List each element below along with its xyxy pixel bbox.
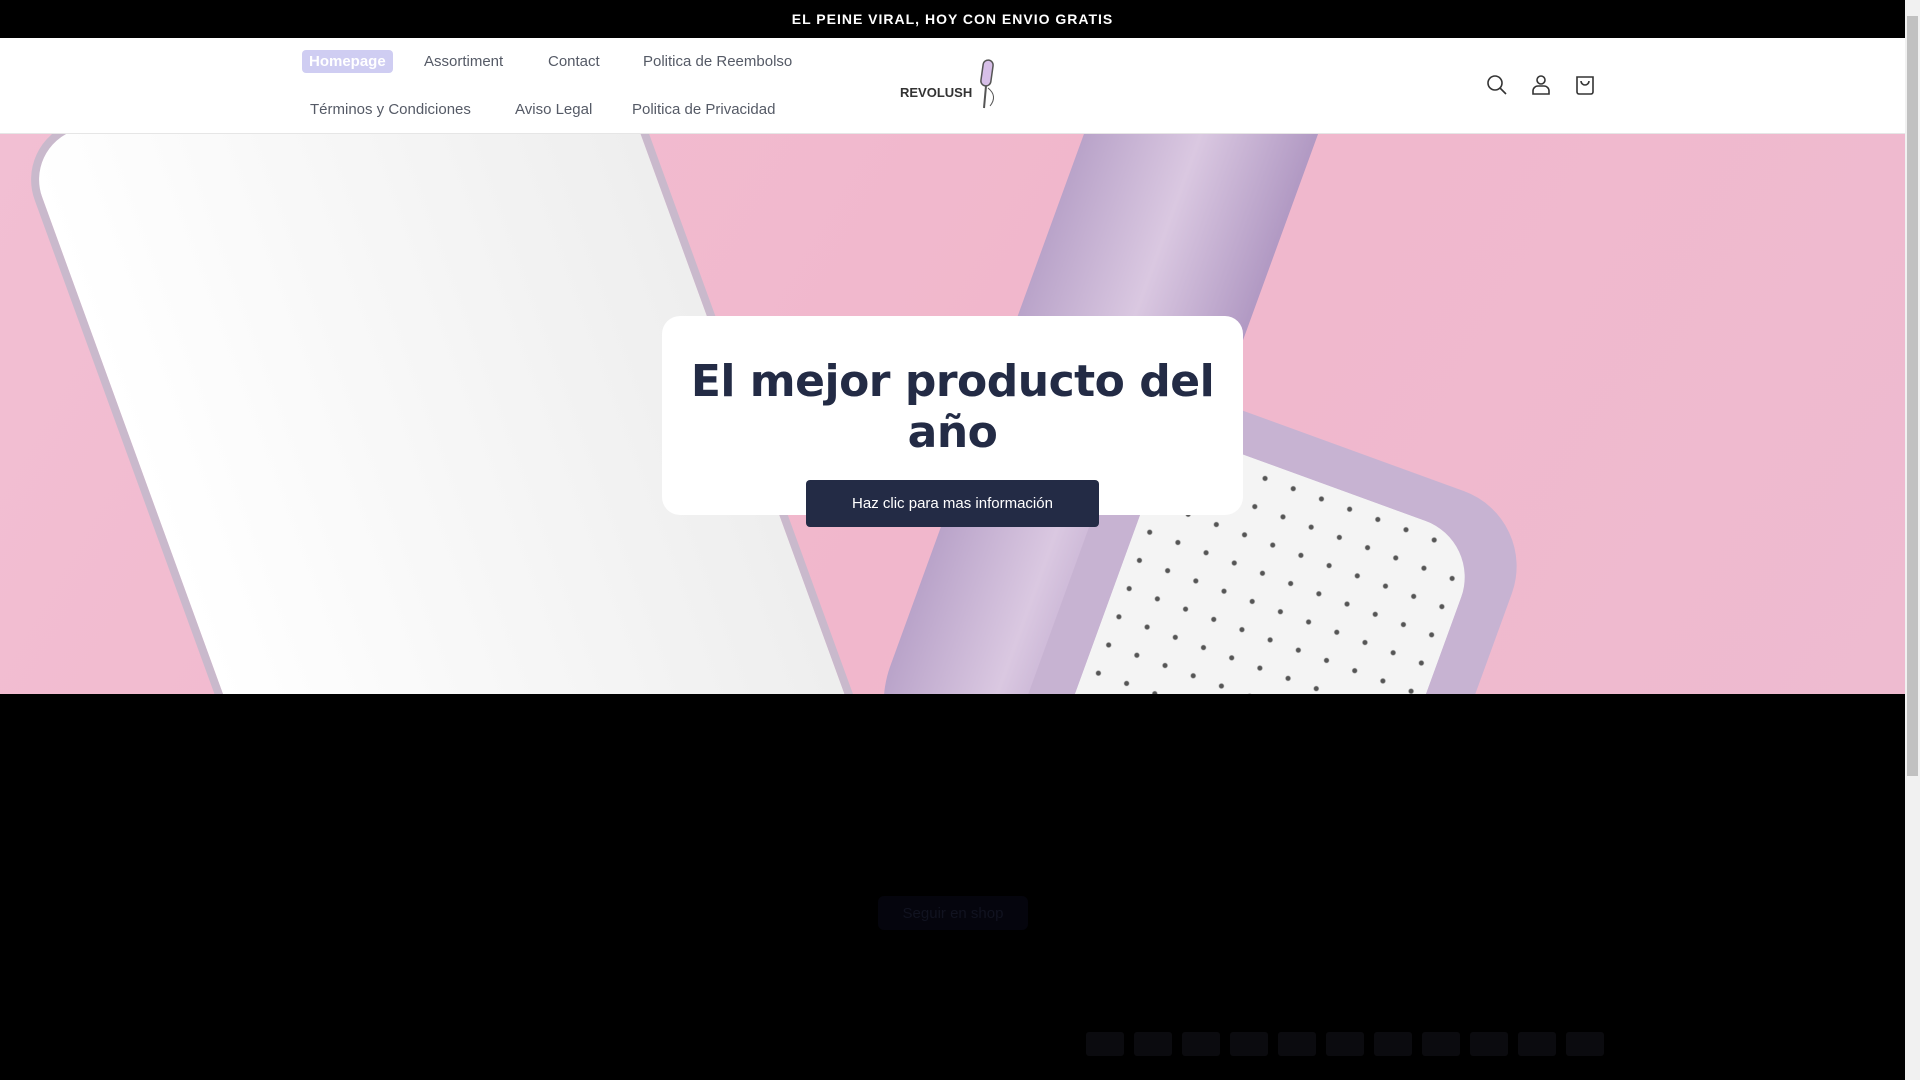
announcement-text: EL PEINE VIRAL, HOY CON ENVIO GRATIS [791, 11, 1114, 27]
scrollbar[interactable] [1905, 0, 1920, 1080]
shop-pay-icon [1518, 1032, 1556, 1056]
ideal-icon [1326, 1032, 1364, 1056]
nav-privacidad[interactable]: Politica de Privacidad [632, 101, 775, 118]
logo[interactable]: REVOLUSH [900, 58, 1004, 110]
search-icon[interactable] [1484, 72, 1510, 98]
announcement-bar: EL PEINE VIRAL, HOY CON ENVIO GRATIS [0, 0, 1905, 38]
follow-on-shop-button[interactable]: Seguir en shop [878, 896, 1028, 930]
nav-homepage[interactable]: Homepage [302, 50, 393, 73]
google-pay-icon [1278, 1032, 1316, 1056]
nav-contact[interactable]: Contact [548, 53, 600, 70]
nav-terminos[interactable]: Términos y Condiciones [310, 101, 471, 118]
hero-title: El mejor producto del año [690, 356, 1215, 458]
maestro-icon [1374, 1032, 1412, 1056]
nav-assortiment[interactable]: Assortiment [424, 53, 503, 70]
nav-reembolso[interactable]: Politica de Reembolso [643, 53, 792, 70]
brush-logo-icon [980, 59, 995, 109]
amex-icon [1086, 1032, 1124, 1056]
hero-cta-button[interactable]: Haz clic para mas información [806, 480, 1099, 527]
header: Homepage Assortiment Contact Politica de… [0, 38, 1905, 134]
footer [0, 694, 1905, 1080]
visa-icon [1566, 1032, 1604, 1056]
logo-text: REVOLUSH [900, 84, 973, 100]
mastercard-icon [1422, 1032, 1460, 1056]
scrollbar-thumb[interactable] [1907, 16, 1918, 776]
payment-icons [1086, 1032, 1604, 1056]
account-icon[interactable] [1528, 72, 1554, 98]
nav-aviso-legal[interactable]: Aviso Legal [515, 101, 592, 118]
hero-banner: El mejor producto del año Haz clic para … [0, 134, 1905, 694]
diners-icon [1230, 1032, 1268, 1056]
paypal-icon [1470, 1032, 1508, 1056]
hero-card: El mejor producto del año Haz clic para … [662, 316, 1243, 527]
apple-pay-icon [1134, 1032, 1172, 1056]
bancontact-icon [1182, 1032, 1220, 1056]
cart-icon[interactable] [1572, 72, 1598, 98]
